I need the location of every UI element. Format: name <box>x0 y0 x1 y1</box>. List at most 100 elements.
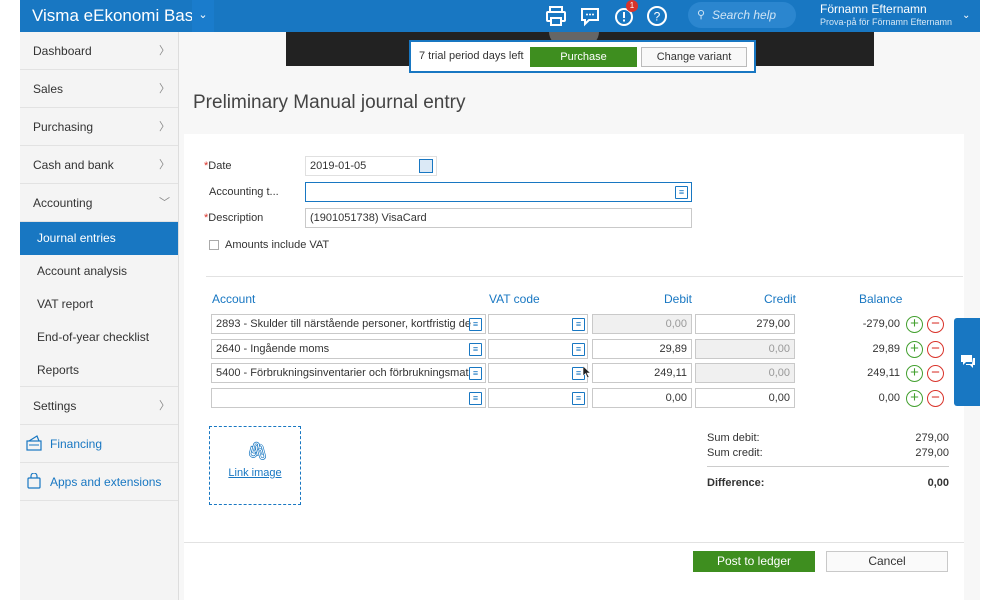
trial-days-text: 7 trial period days left <box>419 50 524 62</box>
sum-credit-label: Sum credit: <box>707 447 763 459</box>
account-cell[interactable] <box>211 388 486 408</box>
sidebar-item-sales[interactable]: Sales 〉 <box>20 70 178 108</box>
purchase-button[interactable]: Purchase <box>530 47 637 67</box>
debit-cell: 0,00 <box>592 314 692 334</box>
sidebar-item-label: Cash and bank <box>33 158 114 172</box>
debit-cell[interactable]: 249,11 <box>592 363 692 383</box>
cancel-button[interactable]: Cancel <box>826 551 948 572</box>
account-lookup-icon[interactable]: ≡ <box>469 392 482 405</box>
link-image-link[interactable]: Link image <box>210 467 300 479</box>
credit-cell[interactable]: 279,00 <box>695 314 795 334</box>
sidebar-item-accounting[interactable]: Accounting ﹀ <box>20 184 178 222</box>
chat-support-tab[interactable] <box>954 318 980 406</box>
chevron-down-icon[interactable]: ⌄ <box>962 10 970 21</box>
remove-row-icon[interactable]: − <box>927 316 944 333</box>
debit-cell[interactable]: 0,00 <box>592 388 692 408</box>
account-lookup-icon[interactable]: ≡ <box>469 367 482 380</box>
account-lookup-icon[interactable]: ≡ <box>469 318 482 331</box>
sidebar-item-label: Dashboard <box>33 44 92 58</box>
difference-value: 0,00 <box>927 477 949 489</box>
divider <box>206 276 963 277</box>
credit-cell: 0,00 <box>695 363 795 383</box>
balance-value: 0,00 <box>878 392 900 404</box>
debit-cell[interactable]: 29,89 <box>592 339 692 359</box>
add-row-icon[interactable]: + <box>906 316 923 333</box>
chat-bubble-icon[interactable] <box>578 4 602 28</box>
sidebar-item-dashboard[interactable]: Dashboard 〉 <box>20 32 178 70</box>
sidebar-item-label: Apps and extensions <box>50 475 162 489</box>
accounting-template-field[interactable] <box>305 182 692 202</box>
sidebar-item-label: Financing <box>50 437 103 451</box>
search-placeholder: Search help <box>712 8 777 22</box>
account-cell[interactable]: 2640 - Ingående moms <box>211 339 486 359</box>
notification-badge: 1 <box>626 0 638 12</box>
account-cell[interactable]: 5400 - Förbrukningsinventarier och förbr… <box>211 363 486 383</box>
sidebar-subitem-account-analysis[interactable]: Account analysis <box>20 255 178 288</box>
chevron-right-icon: 〉 <box>159 83 170 95</box>
column-header-credit: Credit <box>764 292 797 306</box>
column-header-debit: Debit <box>664 292 693 306</box>
chevron-right-icon: 〉 <box>159 45 170 57</box>
calendar-icon[interactable] <box>419 159 433 173</box>
chat-icon <box>961 355 975 368</box>
date-field[interactable]: 2019-01-05 <box>305 156 437 176</box>
journal-entry-form: *Date 2019-01-05 Accounting t... ≡ *Desc… <box>184 134 964 600</box>
add-row-icon[interactable]: + <box>906 390 923 407</box>
user-name[interactable]: Förnamn Efternamn <box>820 2 927 16</box>
search-help-input[interactable]: ⚲ Search help <box>688 2 796 28</box>
credit-cell[interactable]: 0,00 <box>695 388 795 408</box>
lookup-icon[interactable]: ≡ <box>675 186 688 199</box>
trial-banner: 7 trial period days left Purchase Change… <box>409 40 756 73</box>
account-cell[interactable]: 2893 - Skulder till närstående personer,… <box>211 314 486 334</box>
sidebar-item-apps-and-extensions[interactable]: Apps and extensions <box>20 463 178 501</box>
sidebar-item-purchasing[interactable]: Purchasing 〉 <box>20 108 178 146</box>
add-row-icon[interactable]: + <box>906 341 923 358</box>
vat-lookup-icon[interactable]: ≡ <box>572 392 585 405</box>
link-image-dropzone[interactable]: 🖇 Link image <box>209 426 301 505</box>
credit-cell: 0,00 <box>695 339 795 359</box>
balance-value: 249,11 <box>867 367 900 379</box>
add-row-icon[interactable]: + <box>906 365 923 382</box>
print-icon[interactable] <box>544 4 568 28</box>
mouse-cursor-icon <box>583 366 591 378</box>
balance-value: 29,89 <box>872 343 900 355</box>
chevron-right-icon: 〉 <box>159 159 170 171</box>
accounting-template-label: Accounting t... <box>209 186 279 198</box>
sidebar-item-cash-and-bank[interactable]: Cash and bank 〉 <box>20 146 178 184</box>
description-field[interactable]: (1901051738) VisaCard <box>305 208 692 228</box>
description-label: *Description <box>204 212 264 224</box>
sidebar-item-settings[interactable]: Settings 〉 <box>20 387 178 425</box>
page-title: Preliminary Manual journal entry <box>193 92 466 113</box>
remove-row-icon[interactable]: − <box>927 341 944 358</box>
help-icon[interactable]: ? <box>645 4 669 28</box>
sidebar-subitem-reports[interactable]: Reports <box>20 354 178 387</box>
vat-lookup-icon[interactable]: ≡ <box>572 343 585 356</box>
app-title[interactable]: Visma eEkonomi Bas <box>32 6 193 26</box>
balance-value: -279,00 <box>862 318 900 330</box>
footer-divider <box>184 542 964 543</box>
chevron-right-icon: 〉 <box>159 400 170 412</box>
column-header-balance: Balance <box>859 292 903 306</box>
remove-row-icon[interactable]: − <box>927 390 944 407</box>
sidebar-subitem-end-of-year-checklist[interactable]: End-of-year checklist <box>20 321 178 354</box>
sidebar-item-financing[interactable]: Financing <box>20 425 178 463</box>
search-icon: ⚲ <box>697 9 706 21</box>
sidebar-subitem-journal-entries[interactable]: Journal entries <box>20 222 178 255</box>
paperclip-icon: 🖇 <box>246 441 269 461</box>
amounts-include-vat-checkbox[interactable] <box>209 240 219 250</box>
chevron-down-icon: ﹀ <box>159 197 170 209</box>
main-content: 7 trial period days left Purchase Change… <box>179 32 980 600</box>
app-switcher-dropdown[interactable]: ⌄ <box>192 0 214 32</box>
post-to-ledger-button[interactable]: Post to ledger <box>693 551 815 572</box>
sidebar-subitem-vat-report[interactable]: VAT report <box>20 288 178 321</box>
chevron-right-icon: 〉 <box>159 121 170 133</box>
user-subtitle: Prova-på för Förnamn Efternamn <box>820 17 953 27</box>
account-lookup-icon[interactable]: ≡ <box>469 343 482 356</box>
difference-label: Difference: <box>707 477 765 489</box>
sum-credit-value: 279,00 <box>915 447 949 459</box>
sidebar-item-label: Settings <box>33 399 77 413</box>
vat-lookup-icon[interactable]: ≡ <box>572 318 585 331</box>
column-header-vat-code: VAT code <box>489 292 540 306</box>
change-variant-button[interactable]: Change variant <box>641 47 747 67</box>
remove-row-icon[interactable]: − <box>927 365 944 382</box>
